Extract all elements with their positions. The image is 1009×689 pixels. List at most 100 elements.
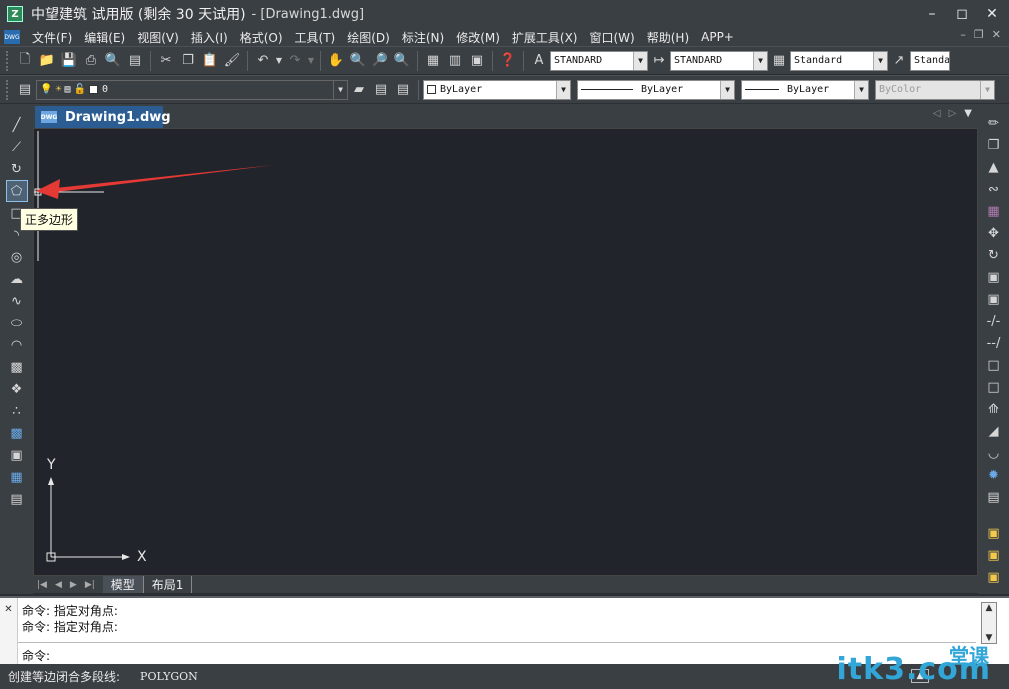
menu-view[interactable]: 视图(V) [131, 29, 185, 46]
design-center-icon[interactable]: ▣ [466, 50, 488, 72]
close-command-icon[interactable]: ✕ [4, 604, 12, 615]
image-icon[interactable]: ▤ [6, 488, 28, 510]
close-icon[interactable]: ✕ [981, 4, 1003, 24]
publish-icon[interactable]: ▤ [124, 50, 146, 72]
polygon-icon[interactable]: ⬠ [5, 180, 28, 202]
print-preview-icon[interactable]: 🔍 [102, 50, 124, 72]
tab-list-icon[interactable]: ▼ [964, 108, 972, 119]
doc-restore-icon[interactable]: ❐ [974, 28, 984, 41]
redo-dropdown-icon[interactable]: ▼ [306, 50, 316, 72]
calculator-icon[interactable]: ▦ [422, 50, 444, 72]
copy-object-icon[interactable]: ❐ [983, 134, 1005, 156]
tab-model[interactable]: 模型 [102, 576, 144, 593]
match-properties-icon[interactable]: 🖌 [221, 50, 243, 72]
ellipse-arc-icon[interactable]: ◠ [6, 334, 28, 356]
zoom-realtime-icon[interactable]: 🔍 [347, 50, 369, 72]
first-layout-icon[interactable]: |◀ [37, 580, 47, 590]
tab-prev-icon[interactable]: ◁ [933, 108, 941, 119]
point-icon[interactable]: ∴ [6, 400, 28, 422]
new-file-icon[interactable]: 🗋 [14, 50, 36, 72]
zoom-previous-icon[interactable]: 🔍 [391, 50, 413, 72]
color-select[interactable]: ByLayer ▼ [423, 79, 571, 100]
offset-icon[interactable]: ∾ [983, 178, 1005, 200]
next-layout-icon[interactable]: ▶ [70, 580, 77, 590]
scale-icon[interactable]: ▣ [983, 266, 1005, 288]
drawing-canvas[interactable]: Y X [33, 128, 978, 576]
tab-layout1[interactable]: 布局1 [144, 576, 193, 593]
dim-style-icon[interactable]: ↦ [648, 50, 670, 72]
break-at-point-icon[interactable]: □ [983, 376, 1005, 398]
construction-line-icon[interactable]: ⟋ [6, 136, 28, 158]
undo-dropdown-icon[interactable]: ▼ [274, 50, 284, 72]
menu-draw[interactable]: 绘图(D) [341, 29, 396, 46]
menu-insert[interactable]: 插入(I) [185, 29, 234, 46]
menu-edit[interactable]: 编辑(E) [78, 29, 131, 46]
extend-icon[interactable]: --/ [983, 332, 1005, 354]
chamfer-icon[interactable]: ◢ [983, 420, 1005, 442]
revision-cloud-icon[interactable]: ☁ [6, 268, 28, 290]
menu-modify[interactable]: 修改(M) [450, 29, 506, 46]
command-input[interactable]: 命令: [18, 642, 976, 664]
tab-next-icon[interactable]: ▷ [949, 108, 957, 119]
text-style-icon[interactable]: A [528, 50, 550, 72]
maximize-icon[interactable]: ◻ [951, 4, 973, 24]
lineweight-select[interactable]: ByLayer ▼ [741, 79, 869, 100]
array-icon[interactable]: ▦ [983, 200, 1005, 222]
explode-icon[interactable]: ✹ [983, 464, 1005, 486]
paste-icon[interactable]: 📋 [199, 50, 221, 72]
move-icon[interactable]: ✥ [983, 222, 1005, 244]
toolbar-grip[interactable] [6, 50, 10, 71]
menu-help[interactable]: 帮助(H) [641, 29, 695, 46]
copy-icon[interactable]: ❐ [177, 50, 199, 72]
command-scrollbar[interactable]: ▲ ▼ [981, 602, 997, 644]
layer-previous-icon[interactable]: ▤ [370, 79, 392, 101]
undo-icon[interactable]: ↶ [252, 50, 274, 72]
rotate-icon[interactable]: ↻ [983, 244, 1005, 266]
save-icon[interactable]: 💾 [58, 50, 80, 72]
multileader-style-icon[interactable]: ↗ [888, 50, 910, 72]
redo-icon[interactable]: ↷ [284, 50, 306, 72]
menu-dimension[interactable]: 标注(N) [396, 29, 450, 46]
menu-extend-tools[interactable]: 扩展工具(X) [506, 29, 584, 46]
last-layout-icon[interactable]: ▶| [85, 580, 95, 590]
zoom-window-icon[interactable]: 🔎 [369, 50, 391, 72]
pan-icon[interactable]: ✋ [325, 50, 347, 72]
spline-icon[interactable]: ∿ [6, 290, 28, 312]
table-icon[interactable]: ▦ [6, 466, 28, 488]
doc-close-icon[interactable]: ✕ [992, 28, 1001, 41]
linetype-select[interactable]: ByLayer ▼ [577, 79, 735, 100]
menu-format[interactable]: 格式(O) [234, 29, 289, 46]
draworder-back-icon[interactable]: ▣ [983, 544, 1005, 566]
menu-file[interactable]: 文件(F) [26, 29, 78, 46]
draworder-above-icon[interactable]: ▣ [983, 566, 1005, 588]
menu-tools[interactable]: 工具(T) [289, 29, 342, 46]
prev-layout-icon[interactable]: ◀ [55, 580, 62, 590]
break-icon[interactable]: □ [983, 354, 1005, 376]
draworder-front-icon[interactable]: ▣ [983, 522, 1005, 544]
doc-minimize-icon[interactable]: – [960, 28, 966, 41]
line-icon[interactable]: ╱ [6, 114, 28, 136]
print-icon[interactable]: ⎙ [80, 50, 102, 72]
menu-window[interactable]: 窗口(W) [584, 29, 641, 46]
toolbar-grip[interactable] [6, 79, 10, 100]
minimize-icon[interactable]: – [921, 4, 943, 24]
insert-block-icon[interactable]: ▩ [6, 356, 28, 378]
dim-style-select[interactable]: STANDARD ▼ [670, 50, 768, 71]
region-icon[interactable]: ▣ [6, 444, 28, 466]
layer-manager-icon[interactable]: ▤ [14, 79, 36, 101]
join-icon[interactable]: ⟰ [983, 398, 1005, 420]
ellipse-icon[interactable]: ⬭ [6, 312, 28, 334]
scroll-up-icon[interactable]: ▲ [986, 603, 993, 613]
help-icon[interactable]: ❓ [497, 50, 519, 72]
document-icon[interactable]: DWG [4, 30, 20, 44]
mirror-icon[interactable]: ▲ [983, 156, 1005, 178]
hatch-icon[interactable]: ▩ [6, 422, 28, 444]
trim-icon[interactable]: -/- [983, 310, 1005, 332]
make-block-icon[interactable]: ❖ [6, 378, 28, 400]
multileader-style-select[interactable]: Standa [910, 50, 950, 71]
tab-drawing1[interactable]: DWG Drawing1.dwg [35, 106, 171, 128]
table-style-select[interactable]: Standard ▼ [790, 50, 888, 71]
layer-select[interactable]: 💡 ☀ ▤ 🔓 0 ▼ [36, 79, 348, 100]
text-style-select[interactable]: STANDARD ▼ [550, 50, 648, 71]
stretch-icon[interactable]: ▣ [983, 288, 1005, 310]
